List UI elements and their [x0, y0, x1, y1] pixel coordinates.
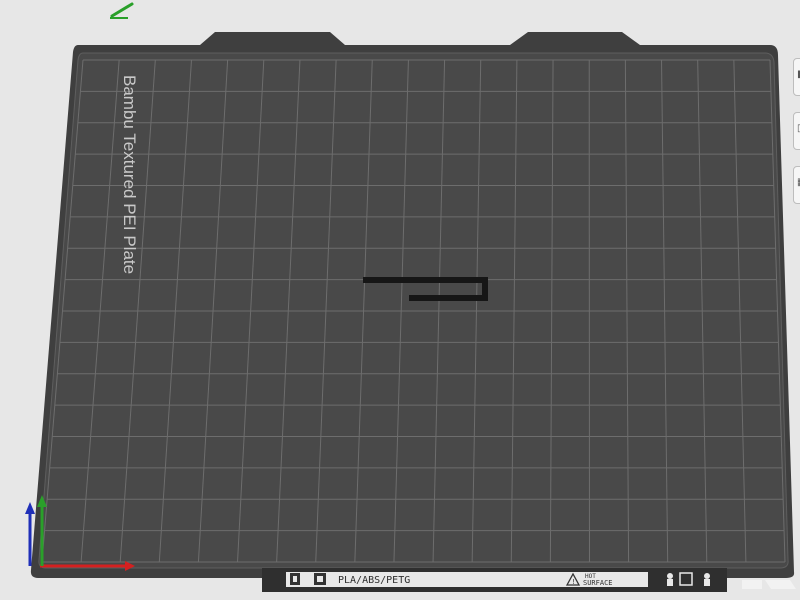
side-toolbar-view-button[interactable]: ◧ — [793, 58, 800, 96]
3d-viewport[interactable]: Bambu Textured PEI Plate PLA/ABS/PETG ! — [0, 0, 800, 600]
svg-text:!: ! — [572, 578, 575, 586]
side-toolbar-arrange-button[interactable]: ▦ — [793, 166, 800, 204]
plate-corner-markers — [742, 580, 796, 589]
side-toolbar-layout-button[interactable]: ◫ — [793, 112, 800, 150]
printer-icon — [290, 573, 300, 585]
qr-icon — [314, 573, 326, 585]
plate-name: Bambu Textured PEI Plate — [120, 75, 139, 274]
material-label: PLA/ABS/PETG — [338, 575, 410, 586]
plate-label-strip: PLA/ABS/PETG ! HOT SURFACE — [262, 568, 727, 592]
warning-label-surface: SURFACE — [583, 579, 613, 587]
edit-pen-icon[interactable] — [110, 2, 134, 19]
